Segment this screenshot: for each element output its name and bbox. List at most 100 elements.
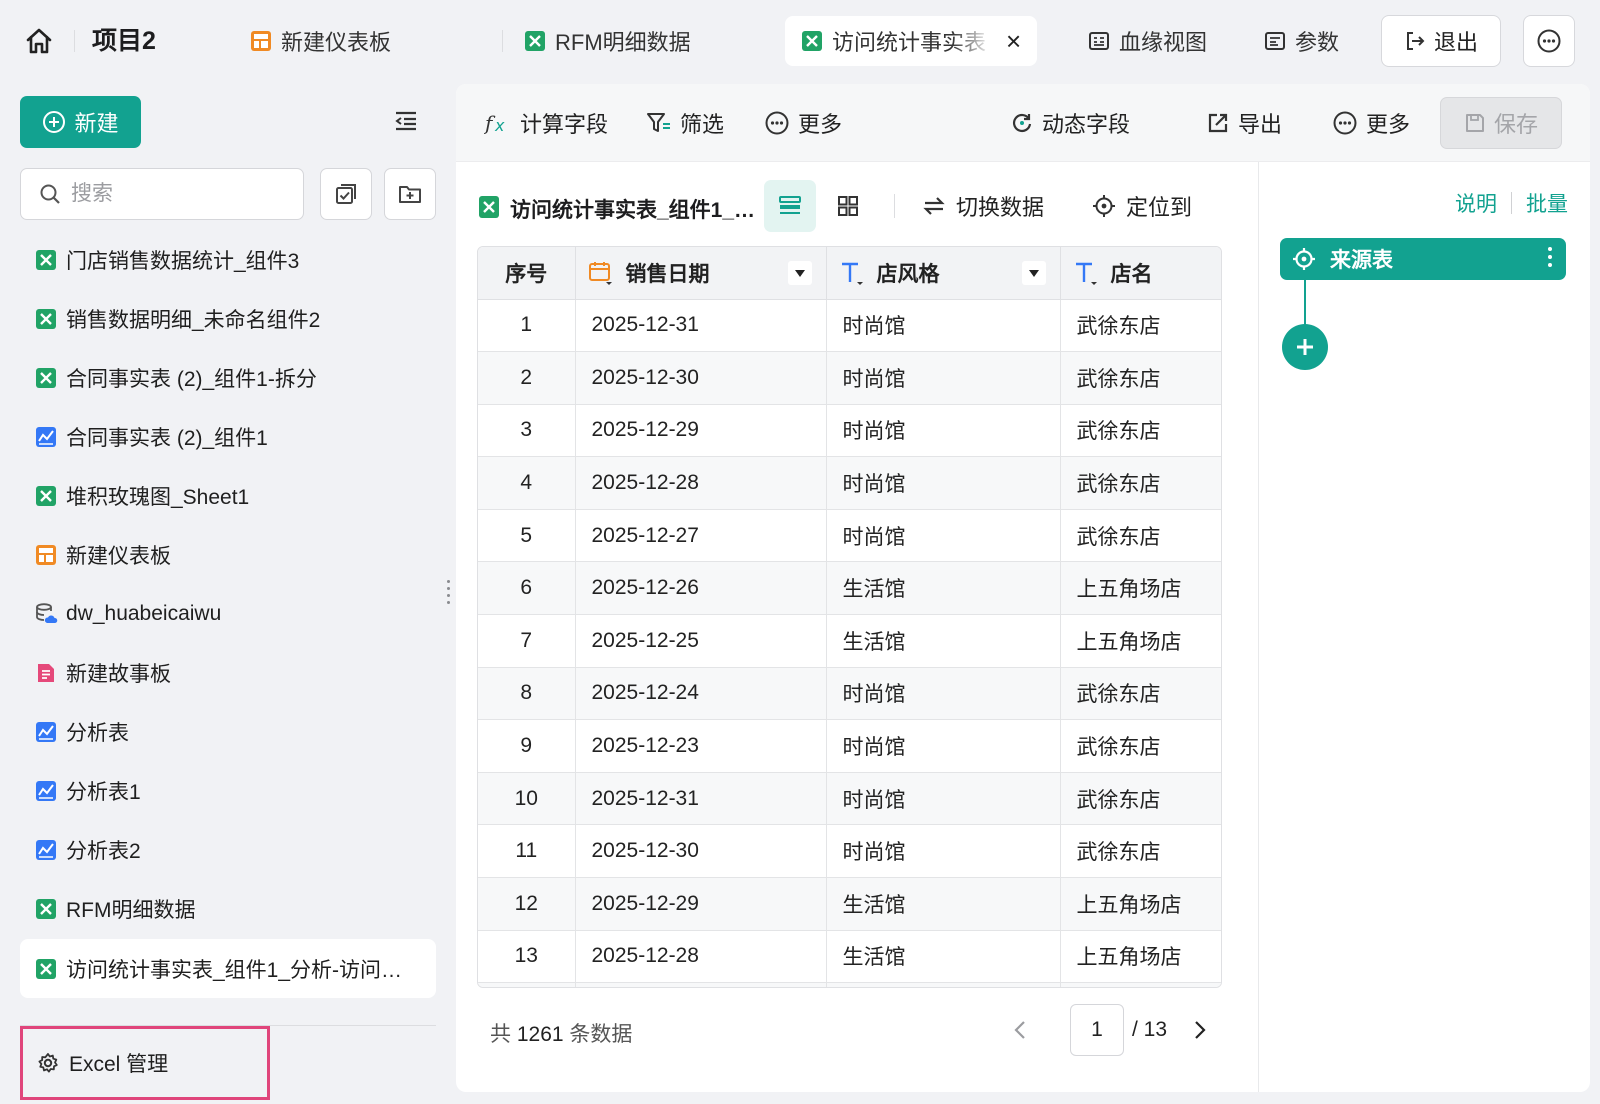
excel-icon [801, 30, 823, 52]
table-row[interactable]: 4 2025-12-28 时尚馆 武徐东店 [478, 456, 1221, 510]
sidebar-item-label: dw_huabeicaiwu [66, 601, 222, 625]
batch-link[interactable]: 批量 [1526, 188, 1568, 218]
column-header-sale-date[interactable]: 销售日期 [575, 247, 827, 300]
table-cell: 14 [478, 982, 576, 987]
more-options-button[interactable] [1523, 15, 1575, 67]
sidebar-item[interactable]: RFM明细数据 [20, 879, 436, 938]
tab-new-dashboard[interactable]: 新建仪表板 [250, 16, 391, 66]
params-label: 参数 [1295, 30, 1340, 55]
table-row[interactable]: 10 2025-12-31 时尚馆 武徐东店 [478, 772, 1221, 826]
tab-visit-stats[interactable]: 访问统计事实表 × [785, 16, 1038, 66]
sidebar-item[interactable]: 分析表 [20, 702, 436, 761]
source-table-node[interactable]: 来源表 [1280, 238, 1566, 280]
table-row[interactable]: 12 2025-12-29 生活馆 上五角场店 [478, 877, 1221, 931]
dynamic-field-button[interactable]: 动态字段 [1010, 104, 1130, 142]
kebab-menu-icon[interactable] [1548, 247, 1552, 267]
home-icon[interactable] [22, 24, 56, 58]
sidebar-item[interactable]: 合同事实表 (2)_组件1-拆分 [20, 348, 436, 407]
locate-button[interactable]: 定位到 [1092, 188, 1192, 224]
column-label: 序号 [505, 262, 548, 286]
add-step-button[interactable] [1282, 324, 1328, 370]
params-button[interactable]: 参数 [1264, 16, 1339, 66]
column-header-store-name[interactable]: 店名 [1060, 247, 1221, 300]
table-row[interactable]: 7 2025-12-25 生活馆 上五角场店 [478, 614, 1221, 668]
table-cell: 2025-12-30 [575, 351, 827, 405]
sidebar-item[interactable]: 分析表1 [20, 761, 436, 820]
sort-dropdown-icon[interactable] [1021, 261, 1046, 285]
count-prefix: 共 [490, 1023, 511, 1046]
sidebar-item[interactable]: 销售数据明细_未命名组件2 [20, 289, 436, 348]
search-input[interactable] [71, 182, 291, 206]
table-cell: 武徐东店 [1060, 456, 1221, 510]
table-cell: 7 [478, 614, 576, 668]
table-cell: 时尚馆 [826, 824, 1061, 879]
lineage-icon [1088, 30, 1110, 52]
table-row[interactable]: 2 2025-12-30 时尚馆 武徐东店 [478, 351, 1221, 405]
table-cell: 武徐东店 [1060, 667, 1221, 721]
excel-icon [34, 957, 58, 981]
analysis-icon [34, 425, 58, 449]
batch-select-button[interactable] [320, 168, 372, 220]
column-label: 销售日期 [625, 262, 710, 286]
column-header-index[interactable]: 序号 [478, 247, 576, 300]
sidebar-item[interactable]: 门店销售数据统计_组件3 [20, 230, 436, 289]
sidebar-item[interactable]: 新建故事板 [20, 643, 436, 702]
sidebar-item[interactable]: 访问统计事实表_组件1_分析-访问统计事实表 [20, 939, 436, 998]
next-page-button[interactable] [1184, 1012, 1216, 1048]
exit-button[interactable]: 退出 [1381, 15, 1501, 67]
sidebar-item[interactable]: 合同事实表 (2)_组件1 [20, 407, 436, 466]
sidebar-item-label: 销售数据明细_未命名组件2 [66, 308, 321, 332]
table-cell: 生活馆 [826, 877, 1061, 931]
table-cell: 11 [478, 824, 576, 879]
divider [74, 30, 75, 52]
table-row[interactable]: 6 2025-12-26 生活馆 上五角场店 [478, 561, 1221, 616]
prev-page-button[interactable] [1004, 1012, 1036, 1048]
table-row[interactable]: 5 2025-12-27 时尚馆 武徐东店 [478, 509, 1221, 563]
divider [1511, 192, 1512, 214]
table-row[interactable]: 13 2025-12-28 生活馆 上五角场店 [478, 930, 1221, 984]
switch-data-button[interactable]: 切换数据 [922, 188, 1044, 224]
sidebar-item[interactable]: dw_huabeicaiwu [20, 584, 436, 643]
table-row[interactable]: 8 2025-12-24 时尚馆 武徐东店 [478, 667, 1221, 721]
tab-rfm-data[interactable]: RFM明细数据 [524, 16, 691, 66]
sidebar-item[interactable]: 新建仪表板 [20, 525, 436, 584]
table-cell: 2025-12-31 [575, 299, 827, 353]
resize-handle[interactable] [447, 580, 453, 604]
table-row[interactable]: 11 2025-12-30 时尚馆 武徐东店 [478, 824, 1221, 879]
more-right-button[interactable]: 更多 [1332, 104, 1410, 142]
table-title: 访问统计事实表_组件1_分析 [510, 199, 770, 222]
description-link[interactable]: 说明 [1455, 188, 1497, 218]
excel-manage-button[interactable]: Excel 管理 [20, 1026, 270, 1100]
export-icon [1206, 111, 1230, 135]
save-button[interactable]: 保存 [1440, 97, 1562, 149]
lineage-view-button[interactable]: 血缘视图 [1088, 16, 1207, 66]
sidebar-item-label: RFM明细数据 [66, 898, 196, 922]
more-icon [1332, 110, 1358, 136]
table-cell: 2025-12-28 [575, 456, 827, 510]
sidebar-item[interactable]: 分析表2 [20, 820, 436, 879]
export-button[interactable]: 导出 [1206, 104, 1282, 142]
new-folder-button[interactable] [384, 168, 436, 220]
close-icon[interactable]: × [1006, 28, 1021, 54]
calc-field-button[interactable]: fx 计算字段 [484, 104, 608, 142]
text-type-icon [1073, 260, 1099, 286]
grid-view-button[interactable] [822, 180, 874, 232]
new-button[interactable]: 新建 [20, 96, 141, 148]
sidebar-item-label: 堆积玫瑰图_Sheet1 [66, 485, 250, 509]
sidebar-item[interactable]: 堆积玫瑰图_Sheet1 [20, 466, 436, 525]
column-label: 店风格 [876, 262, 940, 286]
excel-manage-label: Excel 管理 [69, 1053, 169, 1076]
table-row[interactable]: 142025-12-27时尚馆武徐东店 [478, 982, 1221, 987]
table-view-button[interactable] [764, 180, 816, 232]
sort-dropdown-icon[interactable] [787, 261, 812, 285]
table-row[interactable]: 9 2025-12-23 时尚馆 武徐东店 [478, 719, 1221, 773]
table-row[interactable]: 3 2025-12-29 时尚馆 武徐东店 [478, 404, 1221, 458]
column-header-store-style[interactable]: 店风格 [826, 247, 1061, 300]
more-left-button[interactable]: 更多 [764, 104, 842, 142]
grid-view-icon [838, 196, 858, 216]
table-row[interactable]: 1 2025-12-31 时尚馆 武徐东店 [478, 299, 1221, 353]
filter-button[interactable]: 筛选 [646, 104, 724, 142]
collapse-sidebar-icon[interactable] [394, 110, 418, 137]
page-input[interactable] [1070, 1004, 1124, 1056]
table-cell: 时尚馆 [826, 509, 1061, 563]
